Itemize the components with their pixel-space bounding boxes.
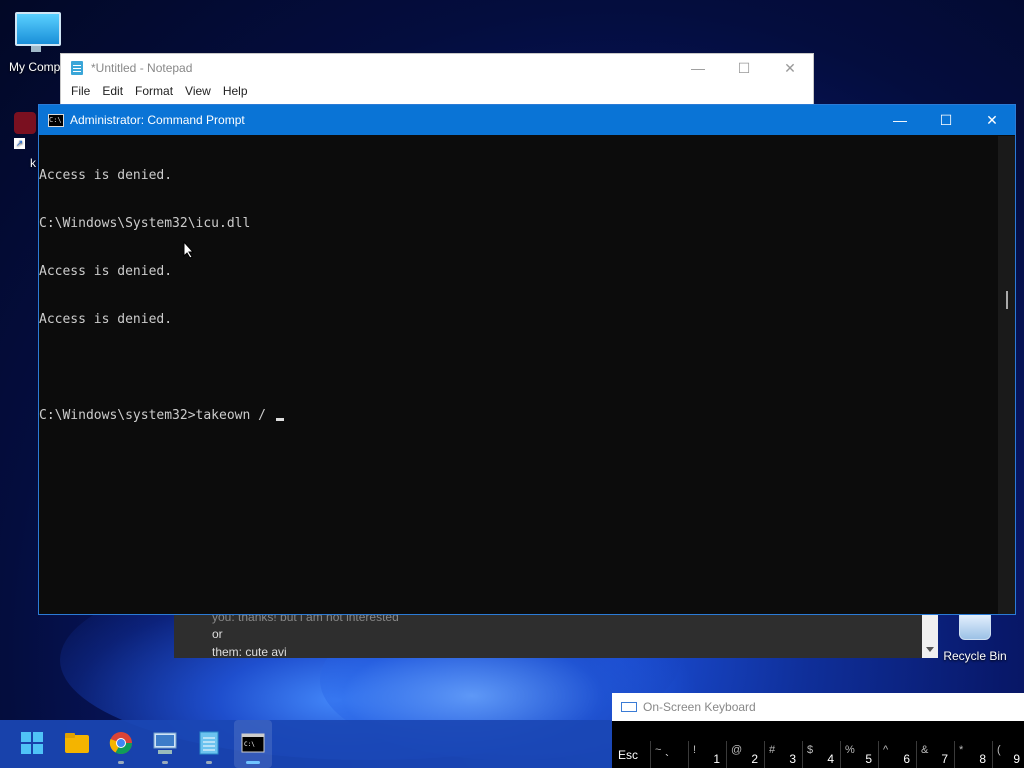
- on-screen-keyboard[interactable]: On-Screen Keyboard Esc ~ ` ! 1 @2 #3 $4 % 5…: [612, 693, 1024, 768]
- taskbar-chrome[interactable]: [108, 730, 134, 756]
- key-9[interactable]: (9: [992, 741, 1024, 768]
- key-2[interactable]: @2: [726, 741, 764, 768]
- osk-titlebar[interactable]: On-Screen Keyboard: [612, 693, 1024, 721]
- menu-help[interactable]: Help: [217, 84, 254, 98]
- desktop-icon-shortcut[interactable]: ↗ k: [14, 112, 38, 170]
- running-indicator: [118, 761, 124, 764]
- key-1[interactable]: ! 1: [688, 741, 726, 768]
- menu-format[interactable]: Format: [129, 84, 179, 98]
- close-button[interactable]: ✕: [969, 105, 1015, 135]
- menu-file[interactable]: File: [65, 84, 96, 98]
- command-prompt-window[interactable]: C:\ Administrator: Command Prompt — ☐ ✕ …: [38, 104, 1016, 615]
- command-prompt-icon: C:\: [241, 733, 265, 753]
- keyboard-icon: [621, 702, 637, 712]
- taskbar-control-panel[interactable]: [152, 730, 178, 756]
- key-6[interactable]: ^ 6: [878, 741, 916, 768]
- notepad-title: *Untitled - Notepad: [91, 61, 193, 75]
- file-explorer-icon: [65, 733, 89, 753]
- shortcut-arrow-icon: ↗: [14, 138, 25, 149]
- console-prompt-line[interactable]: C:\Windows\system32>takeown /: [39, 408, 999, 424]
- notepad-icon: [199, 731, 219, 755]
- osk-key-row: Esc ~ ` ! 1 @2 #3 $4 % 5 ^ 6 & 7 * 8 (9: [612, 741, 1024, 768]
- notepad-titlebar[interactable]: *Untitled - Notepad — ☐ ✕: [61, 54, 813, 82]
- minimize-button[interactable]: —: [675, 54, 721, 82]
- app-icon: [14, 112, 36, 134]
- console-output[interactable]: Access is denied. C:\Windows\System32\ic…: [39, 136, 999, 614]
- console-line: Access is denied.: [39, 168, 173, 183]
- chat-line: you: thanks! but i am not interested: [212, 614, 399, 624]
- cmd-scrollbar-thumb[interactable]: [1006, 291, 1008, 309]
- taskbar-notepad[interactable]: [196, 730, 222, 756]
- key-5[interactable]: % 5: [840, 741, 878, 768]
- active-indicator: [246, 761, 260, 764]
- chat-line: them: cute avi: [212, 645, 287, 658]
- notepad-window[interactable]: *Untitled - Notepad — ☐ ✕ File Edit Form…: [60, 53, 814, 107]
- key-backtick[interactable]: ~ `: [650, 741, 688, 768]
- start-button[interactable]: [19, 730, 45, 756]
- control-panel-icon: [153, 732, 177, 754]
- cmd-title: Administrator: Command Prompt: [70, 113, 245, 127]
- close-button[interactable]: ✕: [767, 54, 813, 82]
- cmd-icon: C:\: [48, 113, 64, 127]
- taskbar-command-prompt[interactable]: C:\: [240, 730, 266, 756]
- text-cursor: [275, 418, 284, 421]
- console-line: Access is denied.: [39, 312, 173, 327]
- key-esc[interactable]: Esc: [612, 741, 650, 768]
- chat-scrollbar[interactable]: [922, 614, 938, 658]
- desktop-icon-recycle-bin[interactable]: Recycle Bin: [940, 612, 1010, 663]
- key-8[interactable]: * 8: [954, 741, 992, 768]
- menu-edit[interactable]: Edit: [96, 84, 129, 98]
- svg-text:C:\: C:\: [244, 741, 255, 748]
- desktop-icon-label: k: [30, 156, 36, 170]
- menu-view[interactable]: View: [179, 84, 217, 98]
- notepad-menubar: File Edit Format View Help: [61, 84, 813, 98]
- mouse-pointer-icon: [183, 241, 195, 259]
- chrome-icon: [109, 732, 132, 754]
- start-icon: [21, 732, 43, 754]
- console-prompt: C:\Windows\system32>takeown /: [39, 408, 274, 423]
- console-line: C:\Windows\System32\icu.dll: [39, 216, 251, 231]
- maximize-button[interactable]: ☐: [923, 105, 969, 135]
- key-7[interactable]: & 7: [916, 741, 954, 768]
- notepad-icon: [71, 61, 83, 75]
- minimize-button[interactable]: —: [877, 105, 923, 135]
- cmd-titlebar[interactable]: C:\ Administrator: Command Prompt — ☐ ✕: [39, 105, 1015, 135]
- recycle-bin-icon: [959, 612, 991, 640]
- maximize-button[interactable]: ☐: [721, 54, 767, 82]
- cmd-scrollbar[interactable]: [998, 136, 1015, 614]
- taskbar-file-explorer[interactable]: [64, 730, 90, 756]
- key-3[interactable]: #3: [764, 741, 802, 768]
- console-line: Access is denied.: [39, 264, 173, 279]
- chat-line: or: [212, 627, 223, 641]
- monitor-icon: [15, 12, 61, 52]
- running-indicator: [206, 761, 212, 764]
- key-4[interactable]: $4: [802, 741, 840, 768]
- desktop-icon-label: Recycle Bin: [943, 649, 1007, 663]
- osk-title: On-Screen Keyboard: [643, 700, 756, 714]
- running-indicator: [162, 761, 168, 764]
- chat-window: you: thanks! but i am not interested or …: [174, 614, 938, 658]
